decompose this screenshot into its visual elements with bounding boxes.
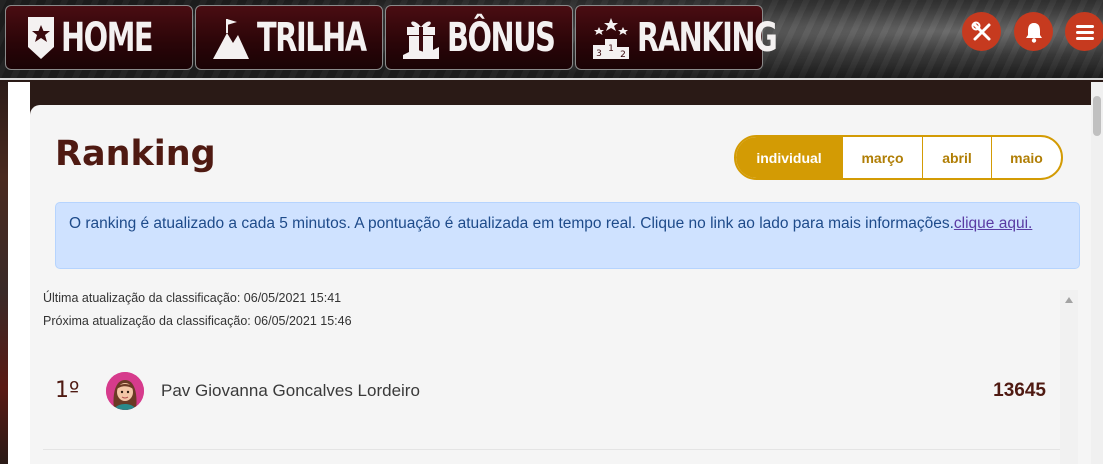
notifications-button[interactable]: [1014, 12, 1053, 51]
nav-tab-ranking[interactable]: 3 1 2 RANKING: [575, 5, 778, 70]
gift-hand-icon: [403, 21, 439, 59]
filter-abril[interactable]: abril: [922, 137, 991, 178]
filter-marco[interactable]: março: [842, 137, 922, 178]
page-title: Ranking: [55, 134, 216, 174]
content-gutter: [8, 82, 30, 464]
background-strip: [0, 82, 8, 464]
svg-text:3: 3: [596, 49, 602, 59]
scroll-up-arrow-icon[interactable]: [1065, 297, 1073, 303]
nav-tab-home[interactable]: HOME: [5, 5, 193, 70]
next-update-text: Próxima atualização da classificação: 06…: [43, 314, 352, 328]
ranking-name: Pav Giovanna Goncalves Lordeiro: [161, 381, 420, 400]
ranking-filter-group: individual março abril maio: [734, 135, 1063, 180]
badge-star-icon: [28, 16, 54, 59]
filter-maio[interactable]: maio: [991, 137, 1061, 178]
ranking-score: 13645: [993, 380, 1046, 401]
filter-individual[interactable]: individual: [736, 137, 842, 178]
last-update-text: Última atualização da classificação: 06/…: [43, 291, 342, 305]
nav-tab-bonus-label: BÔNUS: [447, 14, 556, 61]
bell-icon: [1025, 22, 1042, 43]
svg-text:1: 1: [608, 44, 614, 54]
svg-text:2: 2: [620, 50, 626, 60]
nav-tab-ranking-label: RANKING: [637, 14, 778, 61]
ranking-row[interactable]: 1º Pav Giovanna Goncalves Lordeiro 13645: [43, 358, 1060, 450]
tools-button[interactable]: [962, 12, 1001, 51]
nav-tab-trilha-label: TRILHA: [257, 14, 367, 61]
info-alert-text: O ranking é atualizado a cada 5 minutos.…: [69, 215, 954, 232]
nav-tab-home-label: HOME: [61, 14, 154, 61]
mountain-flag-icon: [213, 18, 249, 59]
menu-icon: [1075, 24, 1094, 40]
info-alert-link[interactable]: clique aqui.: [954, 215, 1032, 232]
podium-icon: 3 1 2: [593, 17, 629, 60]
page-scrollbar-thumb[interactable]: [1093, 96, 1101, 136]
nav-tab-trilha[interactable]: TRILHA: [195, 5, 383, 70]
menu-button[interactable]: [1065, 12, 1103, 51]
ranking-list-scrollbar[interactable]: [1060, 290, 1078, 464]
nav-tab-bonus[interactable]: BÔNUS: [385, 5, 573, 70]
page-scrollbar[interactable]: [1091, 82, 1103, 464]
info-alert: O ranking é atualizado a cada 5 minutos.…: [55, 202, 1080, 269]
ranking-position: 1º: [55, 378, 80, 403]
tools-icon: [971, 21, 990, 40]
avatar: [106, 372, 144, 410]
